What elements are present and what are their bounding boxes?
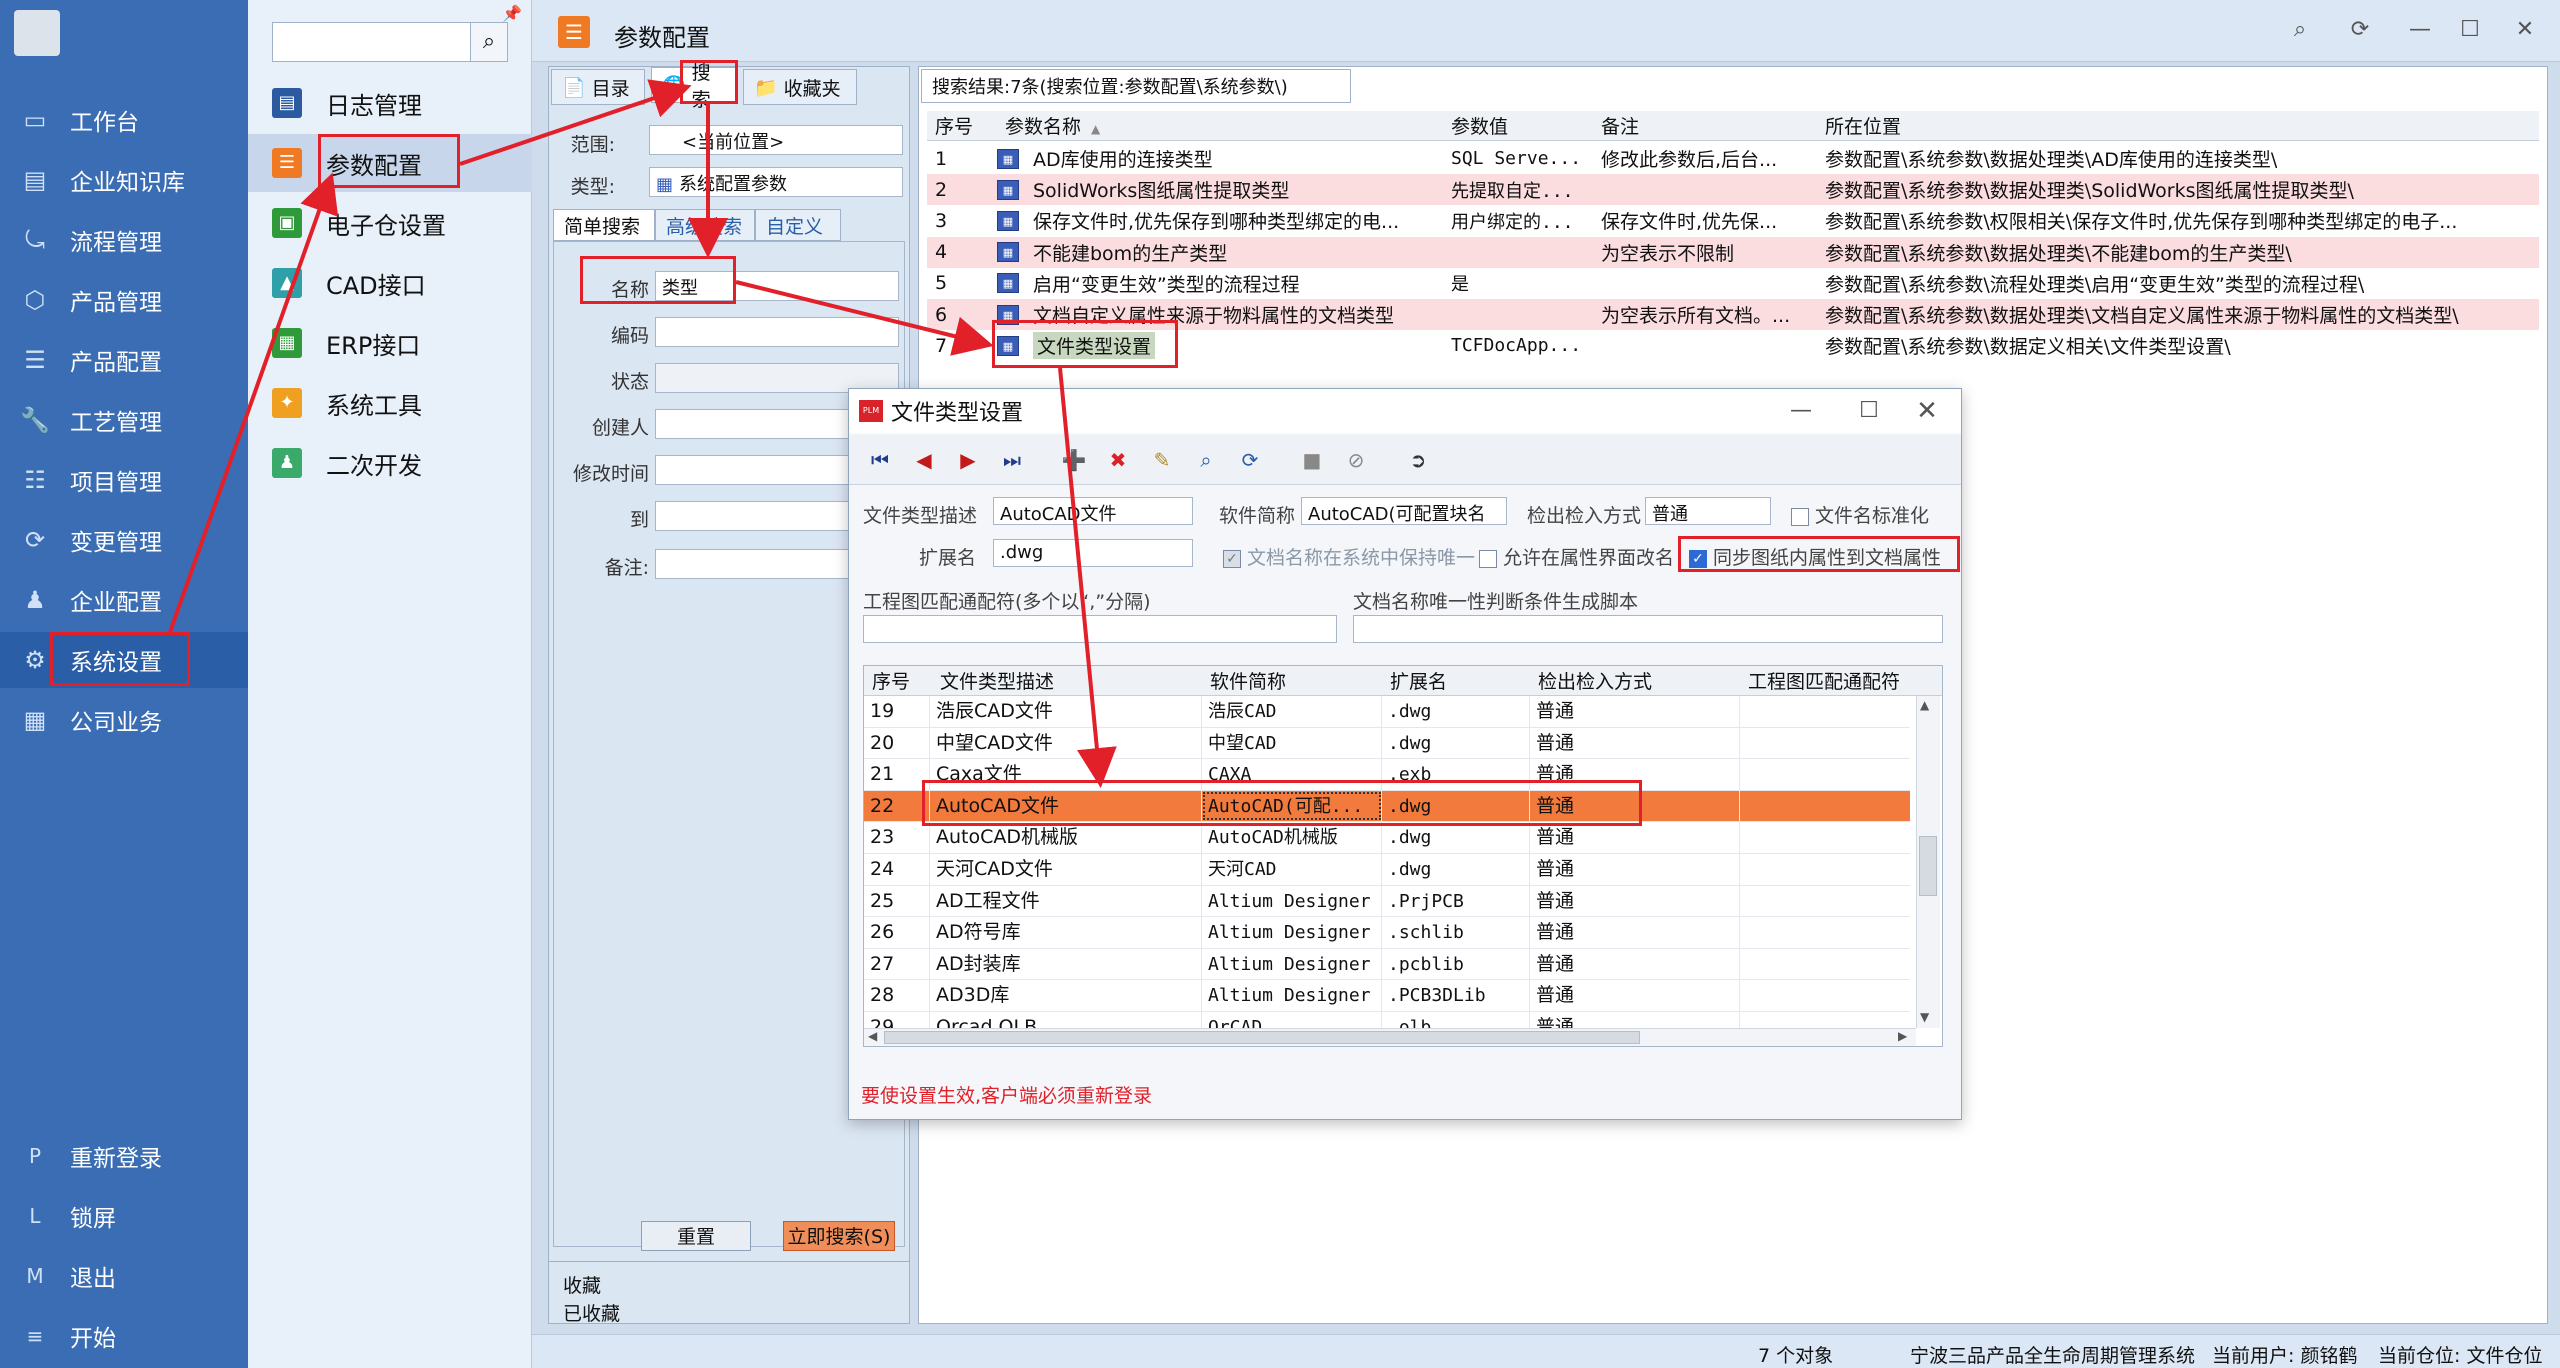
arrow-to-search-tab [459, 79, 692, 166]
arrow-to-param-config [168, 172, 339, 633]
arrow-to-selected-row [1058, 367, 1117, 788]
annotation-arrows [168, 79, 1117, 788]
arrow-to-result-row [735, 280, 994, 356]
